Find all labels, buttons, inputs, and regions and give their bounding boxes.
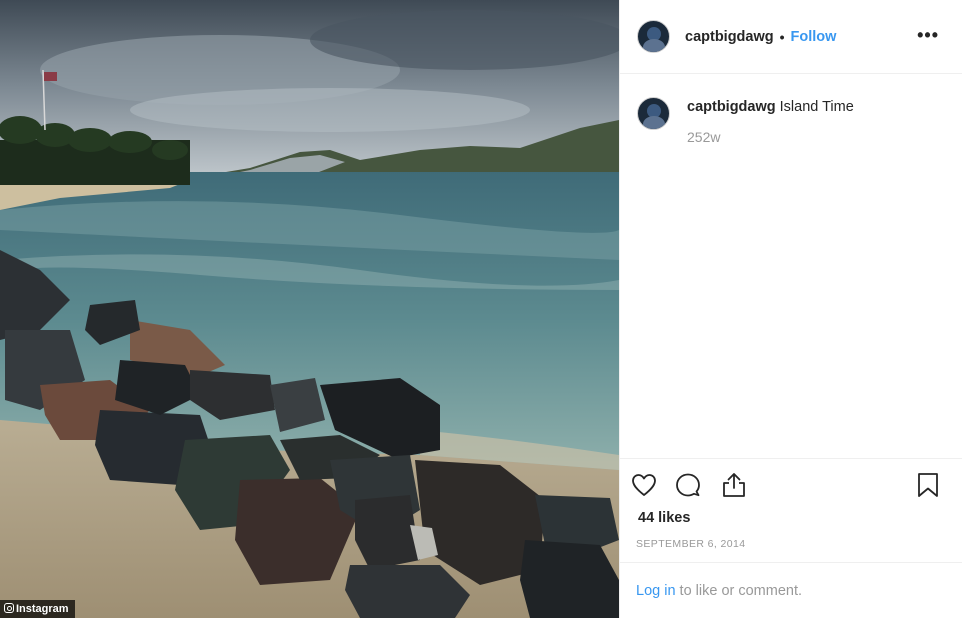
- caption-body: captbigdawg Island Time 252w: [687, 99, 854, 145]
- caption-username[interactable]: captbigdawg: [687, 99, 776, 115]
- login-prompt: Log in to like or comment.: [620, 562, 962, 618]
- follow-button[interactable]: Follow: [791, 29, 837, 45]
- time-ago[interactable]: 252w: [687, 129, 854, 145]
- login-suffix: to like or comment.: [675, 583, 803, 599]
- bookmark-icon[interactable]: [914, 471, 942, 499]
- caption: captbigdawg Island Time 252w: [637, 97, 854, 145]
- post-photo[interactable]: Instagram: [0, 0, 619, 618]
- instagram-watermark: Instagram: [0, 600, 75, 618]
- login-link[interactable]: Log in: [636, 583, 676, 599]
- caption-line: captbigdawg Island Time: [687, 99, 854, 115]
- post-header: captbigdawg • Follow •••: [620, 0, 962, 74]
- comment-icon[interactable]: [674, 471, 702, 499]
- post-date: SEPTEMBER 6, 2014: [636, 538, 746, 550]
- share-icon[interactable]: [720, 471, 748, 499]
- caption-avatar[interactable]: [637, 97, 670, 130]
- beach-scene-image: [0, 0, 619, 618]
- more-options-icon[interactable]: •••: [917, 26, 939, 44]
- post-side-panel: captbigdawg • Follow ••• captbigdawg Isl…: [619, 0, 962, 618]
- separator-dot: •: [779, 28, 785, 45]
- watermark-text: Instagram: [16, 603, 69, 615]
- likes-count[interactable]: 44 likes: [638, 510, 690, 526]
- avatar[interactable]: [637, 20, 670, 53]
- heart-icon[interactable]: [630, 471, 658, 499]
- action-bar: [620, 458, 962, 510]
- caption-text: Island Time: [779, 99, 854, 115]
- header-username[interactable]: captbigdawg: [685, 29, 774, 45]
- instagram-camera-icon: [4, 603, 14, 613]
